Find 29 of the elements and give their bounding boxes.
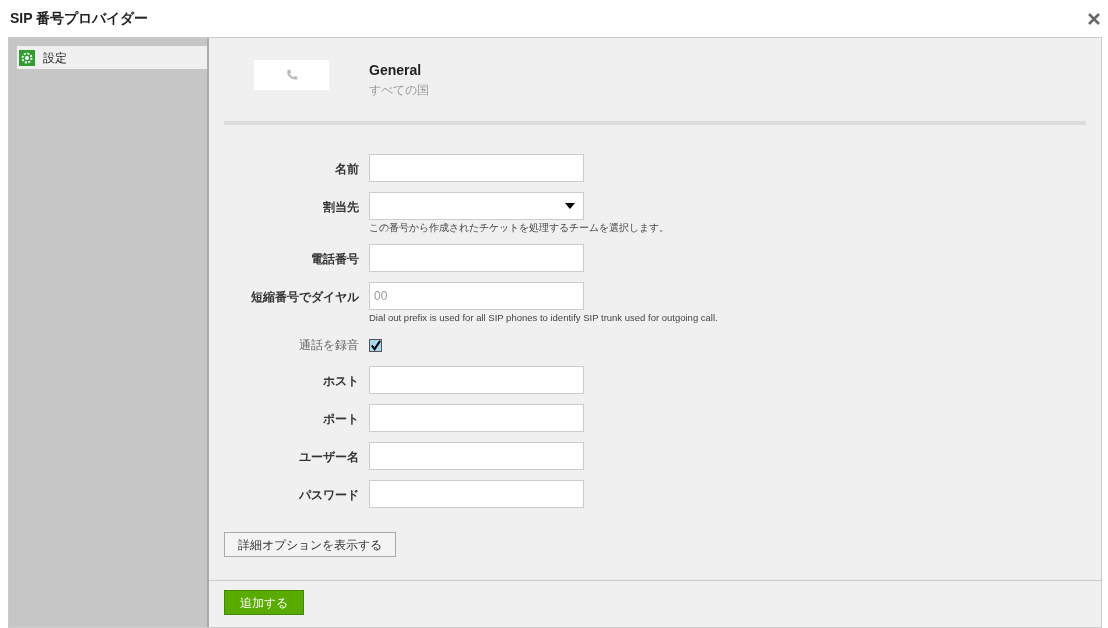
input-field[interactable] [369,480,584,508]
field-label: 電話番号 [310,251,360,268]
input-field[interactable] [369,442,584,470]
field-label: 短縮番号でダイヤル [250,289,360,306]
caret-icon [565,203,575,209]
input-field[interactable] [369,404,584,432]
input-field[interactable] [369,244,584,272]
sidebar-item[interactable]: 設定 [17,46,207,69]
checkbox[interactable] [369,338,382,352]
advanced-options-button[interactable]: 詳細オプションを表示する [224,532,396,557]
field-label: ポート [322,411,360,428]
field-label: ホスト [322,373,360,390]
hint-text: Dial out prefix is used for all SIP phones to identify SIP trunk used for outgoing call. [369,312,718,324]
phone-icon [284,68,299,82]
field-label: ユーザー名 [298,449,360,466]
hint-text: この番号から作成されたチケットを処理するチームを選択します。 [369,222,669,234]
input-field[interactable] [369,154,584,182]
gear-icon [19,49,35,66]
field-label: 通話を録音 [298,337,360,354]
provider-name: General [369,61,423,80]
close-icon[interactable] [1088,12,1100,25]
dropdown[interactable] [369,192,584,220]
input-field[interactable] [369,366,584,394]
window-title: SIP 番号プロバイダー [10,9,149,28]
field-label: 割当先 [322,199,360,216]
provider-region: すべての国 [369,82,429,99]
field-label: パスワード [298,487,360,504]
input-field[interactable]: 00 [369,282,584,310]
field-label: 名前 [334,161,360,178]
